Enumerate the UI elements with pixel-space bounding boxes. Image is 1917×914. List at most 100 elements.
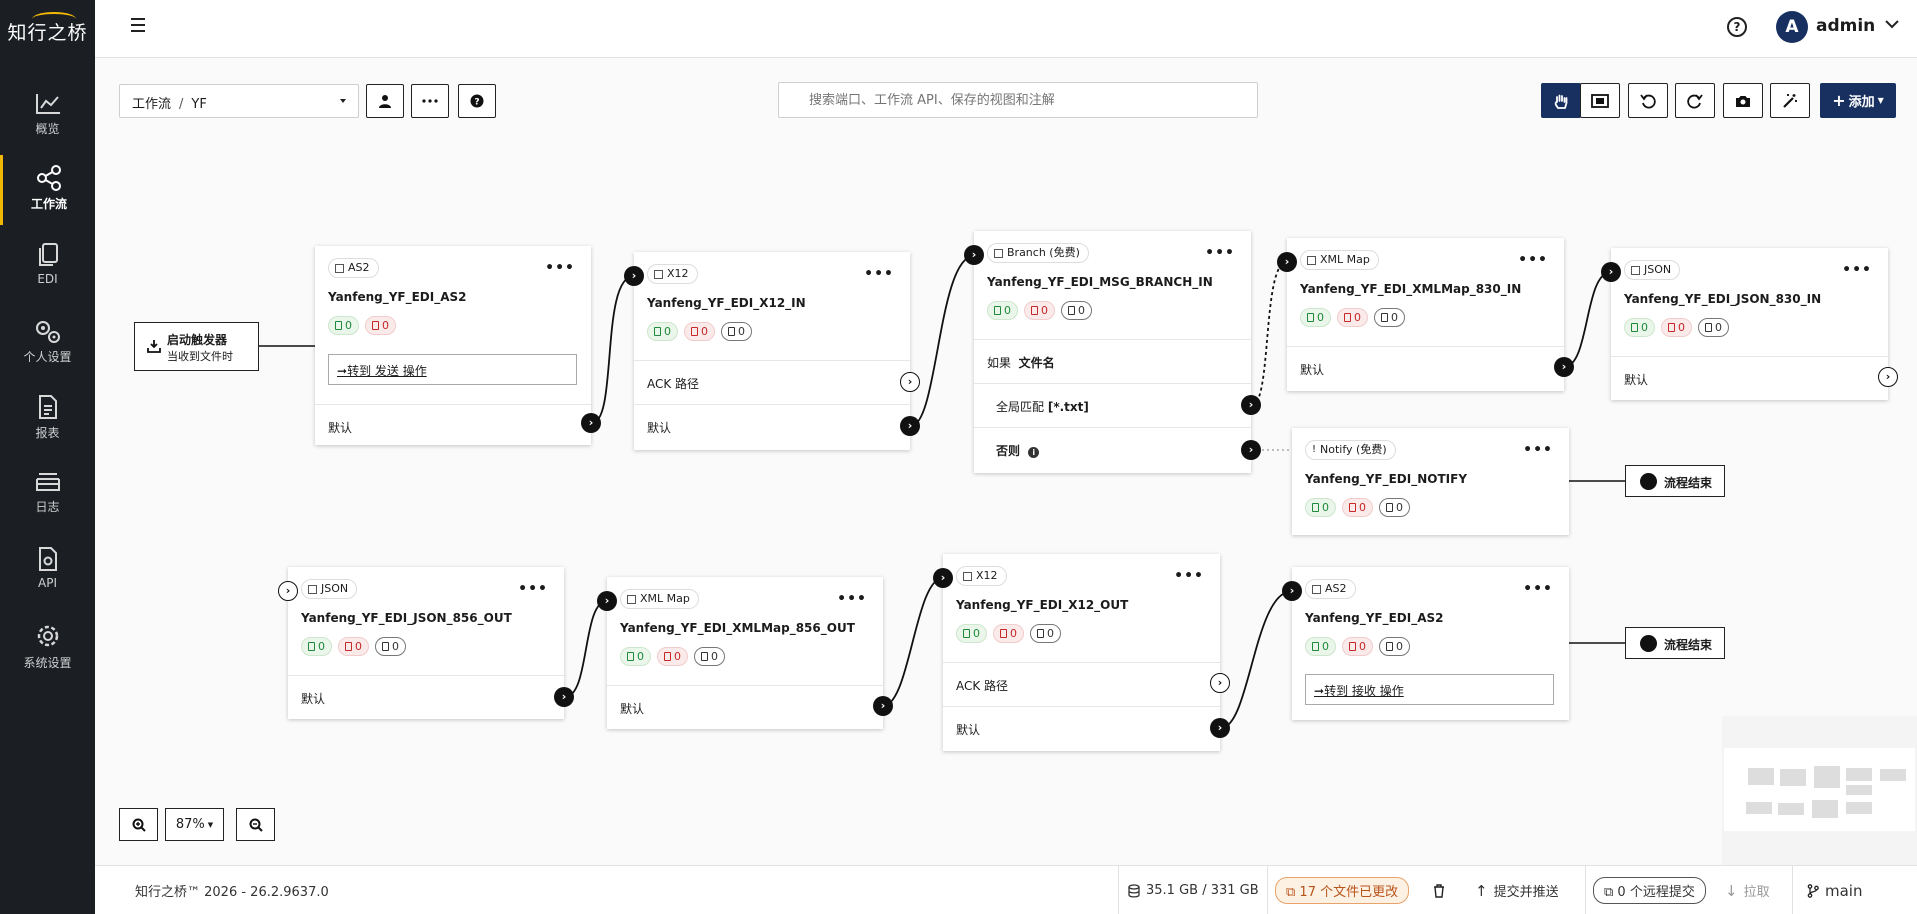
error-count-badge[interactable]: 0 <box>338 637 369 656</box>
node-type-tag: Branch (免费) <box>987 243 1089 263</box>
match-output-port[interactable]: › <box>1241 395 1261 415</box>
output-port[interactable]: › <box>554 687 574 707</box>
input-port[interactable]: › <box>1282 581 1302 601</box>
input-port[interactable]: › <box>964 245 984 265</box>
success-count-badge[interactable]: 0 <box>620 647 651 666</box>
goto-receive-action-link[interactable]: ➞转到 接收 操作 <box>1305 674 1554 705</box>
goto-send-action-link[interactable]: ➞转到 发送 操作 <box>328 354 577 385</box>
pending-count-badge[interactable]: 0 <box>1379 498 1410 517</box>
node-xmlmap-856[interactable]: XML Map ••• Yanfeng_YF_EDI_XMLMap_856_OU… <box>607 577 883 729</box>
pending-count-badge[interactable]: 0 <box>1374 308 1405 327</box>
node-name: Yanfeng_YF_EDI_XMLMap_856_OUT <box>620 621 855 635</box>
error-count-badge[interactable]: 0 <box>1024 301 1055 320</box>
node-menu-icon[interactable]: ••• <box>864 266 894 282</box>
pending-count-badge[interactable]: 0 <box>1030 624 1061 643</box>
commit-push-button[interactable]: ↑ 提交并推送 <box>1475 866 1559 914</box>
error-count-badge[interactable]: 0 <box>993 624 1024 643</box>
success-count-badge[interactable]: 0 <box>301 637 332 656</box>
success-count-badge[interactable]: 0 <box>1305 637 1336 656</box>
start-trigger[interactable]: 启动触发器 当收到文件时 <box>134 322 259 371</box>
node-notify[interactable]: ! Notify (免费) ••• Yanfeng_YF_EDI_NOTIFY 0… <box>1292 428 1569 535</box>
success-count-badge[interactable]: 0 <box>1624 318 1655 337</box>
node-menu-icon[interactable]: ••• <box>1174 568 1204 584</box>
node-name: Yanfeng_YF_EDI_X12_IN <box>647 296 806 310</box>
node-json-830[interactable]: JSON ••• Yanfeng_YF_EDI_JSON_830_IN 0 0 … <box>1611 248 1888 400</box>
node-menu-icon[interactable]: ••• <box>545 260 575 276</box>
file-icon <box>1312 503 1319 512</box>
minimap[interactable] <box>1722 716 1917 866</box>
zoom-in-button[interactable] <box>119 808 158 841</box>
git-branch-selector[interactable]: main <box>1807 866 1862 914</box>
node-menu-icon[interactable]: ••• <box>1518 252 1548 268</box>
error-count-badge[interactable]: 0 <box>657 647 688 666</box>
node-menu-icon[interactable]: ••• <box>1523 442 1553 458</box>
success-count-badge[interactable]: 0 <box>647 322 678 341</box>
success-count-badge[interactable]: 0 <box>1300 308 1331 327</box>
error-count-badge[interactable]: 0 <box>1661 318 1692 337</box>
ack-output-port[interactable]: › <box>900 372 920 392</box>
pending-count-badge[interactable]: 0 <box>721 322 752 341</box>
trigger-title: 启动触发器 <box>167 333 228 347</box>
file-icon <box>654 327 661 336</box>
ack-output-port[interactable]: › <box>1210 673 1230 693</box>
node-as2-in[interactable]: AS2 ••• Yanfeng_YF_EDI_AS2 0 0 ➞转到 发送 操作… <box>315 246 591 445</box>
json-icon <box>1631 265 1640 275</box>
info-icon: i <box>1028 447 1040 458</box>
node-branch[interactable]: Branch (免费) ••• Yanfeng_YF_EDI_MSG_BRANC… <box>974 231 1251 473</box>
pending-count-badge[interactable]: 0 <box>1061 301 1092 320</box>
output-port[interactable]: › <box>581 413 601 433</box>
input-port[interactable]: › <box>1601 262 1621 282</box>
database-icon <box>1128 883 1140 898</box>
success-count-badge[interactable]: 0 <box>987 301 1018 320</box>
error-count-badge[interactable]: 0 <box>365 316 396 335</box>
route-default: 默认 <box>288 675 564 719</box>
discard-changes-button[interactable] <box>1433 866 1445 914</box>
file-icon <box>1705 323 1712 332</box>
node-json-856[interactable]: JSON ••• Yanfeng_YF_EDI_JSON_856_OUT 0 0… <box>288 567 564 719</box>
output-port[interactable]: › <box>1554 357 1574 377</box>
minimap-viewport[interactable] <box>1724 748 1915 831</box>
else-output-port[interactable]: › <box>1241 440 1261 460</box>
success-count-badge[interactable]: 0 <box>328 316 359 335</box>
remote-commits-badge[interactable]: ⧉ 0 个远程提交 <box>1593 866 1706 914</box>
node-menu-icon[interactable]: ••• <box>518 581 548 597</box>
input-port[interactable]: › <box>597 591 617 611</box>
node-type-tag: XML Map <box>620 589 699 609</box>
file-icon <box>1631 323 1638 332</box>
node-x12-in[interactable]: X12 ••• Yanfeng_YF_EDI_X12_IN 0 0 0 ACK … <box>634 252 910 450</box>
node-menu-icon[interactable]: ••• <box>1842 262 1872 278</box>
error-count-badge[interactable]: 0 <box>1342 498 1373 517</box>
node-xmlmap-830[interactable]: XML Map ••• Yanfeng_YF_EDI_XMLMap_830_IN… <box>1287 238 1564 391</box>
pending-count-badge[interactable]: 0 <box>1698 318 1729 337</box>
node-as2-out[interactable]: AS2 ••• Yanfeng_YF_EDI_AS2 0 0 0 ➞转到 接收 … <box>1292 567 1569 720</box>
output-port[interactable]: › <box>873 696 893 716</box>
changed-files-badge[interactable]: ⧉ 17 个文件已更改 <box>1275 866 1410 914</box>
node-menu-icon[interactable]: ••• <box>837 591 867 607</box>
node-menu-icon[interactable]: ••• <box>1205 245 1235 261</box>
error-count-badge[interactable]: 0 <box>1337 308 1368 327</box>
input-port[interactable]: › <box>1277 252 1297 272</box>
pull-button[interactable]: ↓ 拉取 <box>1725 866 1770 914</box>
zoom-level-select[interactable]: 87% ▼ <box>165 808 224 841</box>
pending-count-badge[interactable]: 0 <box>1379 637 1410 656</box>
pending-count-badge[interactable]: 0 <box>694 647 725 666</box>
success-count-badge[interactable]: 0 <box>1305 498 1336 517</box>
route-ack-path: ACK 路径 <box>943 662 1220 706</box>
input-port[interactable]: › <box>624 266 644 286</box>
error-count-badge[interactable]: 0 <box>684 322 715 341</box>
node-menu-icon[interactable]: ••• <box>1523 581 1553 597</box>
file-icon <box>382 642 389 651</box>
success-count-badge[interactable]: 0 <box>956 624 987 643</box>
input-port[interactable]: › <box>278 581 298 601</box>
node-name: Yanfeng_YF_EDI_AS2 <box>328 290 467 304</box>
output-port[interactable]: › <box>1878 367 1898 387</box>
output-port[interactable]: › <box>900 416 920 436</box>
input-port[interactable]: › <box>933 568 953 588</box>
error-count-badge[interactable]: 0 <box>1342 637 1373 656</box>
arrow-down-icon: ↓ <box>1725 881 1738 900</box>
pending-count-badge[interactable]: 0 <box>375 637 406 656</box>
file-icon <box>963 629 970 638</box>
node-x12-out[interactable]: X12 ••• Yanfeng_YF_EDI_X12_OUT 0 0 0 ACK… <box>943 554 1220 751</box>
output-port[interactable]: › <box>1210 718 1230 738</box>
zoom-out-button[interactable] <box>236 808 275 841</box>
